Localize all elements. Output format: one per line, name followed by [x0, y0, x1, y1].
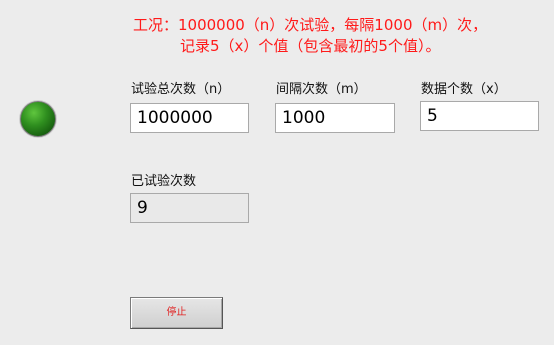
data-count-label: 数据个数（x）: [421, 82, 507, 97]
completed-trials-display: 9: [130, 193, 249, 223]
completed-trials-label: 已试验次数: [131, 174, 197, 189]
interval-count-input[interactable]: 1000: [275, 103, 395, 133]
instruction-line-1: 工况：1000000（n）次试验，每隔1000（m）次，: [133, 16, 488, 34]
total-trials-input[interactable]: 1000000: [130, 103, 249, 133]
data-count-input[interactable]: 5: [420, 101, 539, 131]
instruction-line-2: 记录5（x）个值（包含最初的5个值）。: [180, 37, 441, 55]
stop-button[interactable]: 停止: [130, 297, 223, 329]
status-led-indicator: [20, 101, 56, 137]
interval-count-label: 间隔次数（m）: [276, 82, 367, 97]
total-trials-label: 试验总次数（n）: [131, 82, 231, 97]
